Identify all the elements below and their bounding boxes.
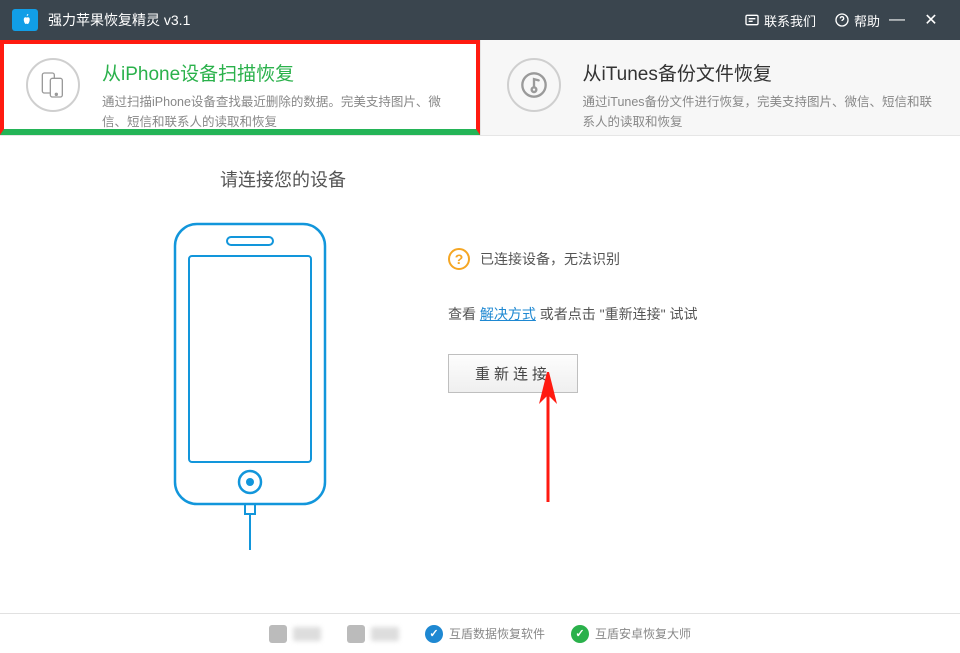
footer-link-3[interactable]: ✓ 互盾数据恢复软件: [425, 625, 545, 643]
tab-itunes-backup[interactable]: 从iTunes备份文件恢复 通过iTunes备份文件进行恢复，完美支持图片、微信…: [480, 40, 960, 135]
titlebar: 强力苹果恢复精灵 v3.1 联系我们 帮助 — ✕: [0, 0, 960, 40]
phone-devices-icon: [26, 58, 80, 112]
help-label: 帮助: [854, 11, 880, 30]
contact-label: 联系我们: [764, 11, 816, 30]
footer-link-1[interactable]: [269, 625, 321, 643]
status-text: 已连接设备，无法识别: [480, 249, 620, 269]
main-content: 请连接您的设备 ? 已连接设备，无法识别: [0, 136, 960, 613]
app-title: 强力苹果恢复精灵 v3.1: [48, 10, 190, 30]
connection-status: ? 已连接设备，无法识别: [448, 248, 900, 270]
tab-itunes-desc: 通过iTunes备份文件进行恢复，完美支持图片、微信、短信和联系人的读取和恢复: [583, 92, 935, 132]
tab-itunes-title: 从iTunes备份文件恢复: [583, 59, 935, 86]
avatar-icon: [347, 625, 365, 643]
footer-label-2: [371, 627, 399, 641]
solution-link[interactable]: 解决方式: [480, 306, 536, 322]
footer-label-1: [293, 627, 321, 641]
footer-link-4[interactable]: ✓ 互盾安卓恢复大师: [571, 625, 691, 643]
hint-suffix: 或者点击 "重新连接" 试试: [536, 306, 698, 322]
reconnect-button[interactable]: 重新连接: [448, 354, 578, 393]
connect-heading: 请连接您的设备: [220, 166, 900, 192]
annotation-arrow-icon: [528, 372, 568, 512]
footer-label-4: 互盾安卓恢复大师: [595, 625, 691, 642]
minimize-button[interactable]: —: [880, 11, 914, 29]
help-button[interactable]: 帮助: [834, 11, 880, 30]
contact-us-button[interactable]: 联系我们: [744, 11, 816, 30]
device-illustration: [60, 212, 440, 550]
avatar-icon: [269, 625, 287, 643]
footer-label-3: 互盾数据恢复软件: [449, 625, 545, 642]
footer: ✓ 互盾数据恢复软件 ✓ 互盾安卓恢复大师: [0, 613, 960, 653]
tab-iphone-desc: 通过扫描iPhone设备查找最近删除的数据。完美支持图片、微信、短信和联系人的读…: [102, 92, 454, 132]
footer-link-2[interactable]: [347, 625, 399, 643]
tab-iphone-scan[interactable]: 从iPhone设备扫描恢复 通过扫描iPhone设备查找最近删除的数据。完美支持…: [0, 40, 480, 135]
mode-tabs: 从iPhone设备扫描恢复 通过扫描iPhone设备查找最近删除的数据。完美支持…: [0, 40, 960, 136]
shield-green-icon: ✓: [571, 625, 589, 643]
question-icon: ?: [448, 248, 470, 270]
app-logo-icon: [12, 9, 38, 31]
music-note-icon: [507, 58, 561, 112]
hint-line: 查看 解决方式 或者点击 "重新连接" 试试: [448, 304, 900, 324]
shield-blue-icon: ✓: [425, 625, 443, 643]
close-button[interactable]: ✕: [914, 10, 948, 30]
hint-prefix: 查看: [448, 306, 480, 322]
tab-iphone-title: 从iPhone设备扫描恢复: [102, 59, 454, 86]
